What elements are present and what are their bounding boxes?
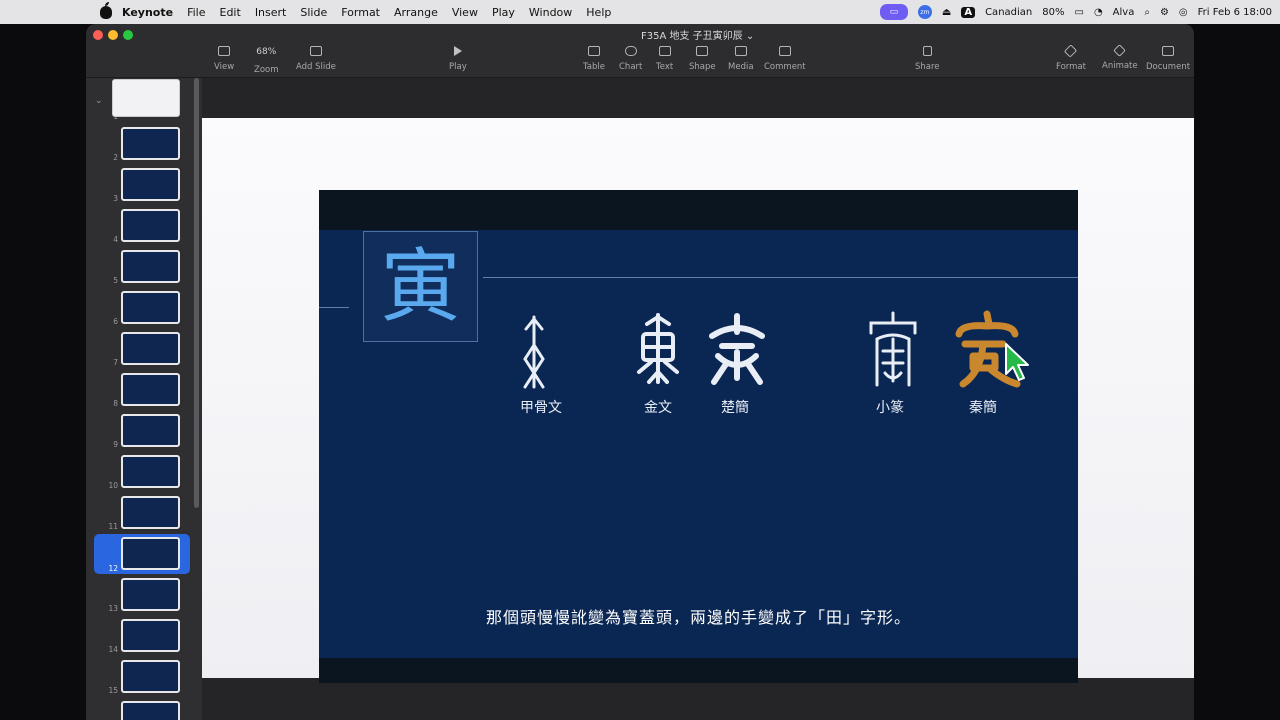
zoom-window-button[interactable] <box>123 30 133 40</box>
slide-thumb-16[interactable]: 16 <box>94 699 190 720</box>
menu-app-name[interactable]: Keynote <box>122 6 173 19</box>
screen-mirror-icon[interactable]: ▭ <box>879 4 908 20</box>
animate-button[interactable]: Animate <box>1102 44 1138 71</box>
slide-thumb-14[interactable]: 14 <box>94 617 190 654</box>
media-icon <box>734 46 747 56</box>
top-band <box>319 190 1078 230</box>
zoom-app-icon[interactable]: zm <box>917 5 932 19</box>
menu-edit[interactable]: Edit <box>220 6 241 19</box>
input-source-icon[interactable]: A <box>961 6 976 18</box>
menu-file[interactable]: File <box>187 6 205 19</box>
view-button[interactable]: View <box>214 46 234 72</box>
input-source-label[interactable]: Canadian <box>985 7 1032 18</box>
bottom-band <box>319 658 1078 683</box>
spotlight-icon[interactable]: ⌕ <box>1144 7 1150 18</box>
format-brush-icon <box>1064 44 1078 58</box>
slide-thumb-13[interactable]: 13 <box>94 576 190 613</box>
slide-thumb-6[interactable]: 6 <box>94 289 190 326</box>
minimize-window-button[interactable] <box>108 30 118 40</box>
menu-slide[interactable]: Slide <box>300 6 327 19</box>
share-button[interactable]: Share <box>915 46 940 72</box>
title-char-box: 寅 <box>363 231 478 342</box>
sidebar-view-icon <box>218 46 231 56</box>
text-button[interactable]: Text <box>656 46 673 72</box>
comment-icon <box>778 46 791 56</box>
battery-icon[interactable]: ▭ <box>1074 7 1083 18</box>
play-icon <box>453 46 462 56</box>
share-icon <box>922 46 932 56</box>
siri-icon[interactable]: ◎ <box>1179 7 1188 18</box>
menu-view[interactable]: View <box>452 6 478 19</box>
menu-play[interactable]: Play <box>492 6 515 19</box>
slide-thumb-2[interactable]: 2 <box>94 125 190 162</box>
menu-bar: Keynote File Edit Insert Slide Format Ar… <box>0 0 1280 24</box>
slide-thumb-10[interactable]: 10 <box>94 453 190 490</box>
label-oracle-bone: 甲骨文 <box>520 400 562 416</box>
slide-thumb-4[interactable]: 4 <box>94 207 190 244</box>
label-chu-bamboo: 楚簡 <box>721 400 749 416</box>
canvas-background: 寅 甲骨文 金文 楚簡 小篆 秦簡 那個頭慢慢訛變為寶蓋頭，兩邊的手變成了「田」… <box>202 118 1194 683</box>
small-seal-glyph <box>869 311 917 387</box>
user-name[interactable]: Alva <box>1113 7 1135 18</box>
menu-window[interactable]: Window <box>529 6 572 19</box>
slide-thumb-11[interactable]: 11 <box>94 494 190 531</box>
title-line-left <box>319 307 349 308</box>
slide-thumb-8[interactable]: 8 <box>94 371 190 408</box>
document-icon <box>1162 46 1175 56</box>
animate-icon <box>1113 44 1127 57</box>
navigator-scrollbar[interactable] <box>194 78 199 508</box>
zoom-value: 68% <box>256 47 277 57</box>
zoom-button[interactable]: 68% Zoom <box>254 47 279 75</box>
title-char: 寅 <box>380 239 461 333</box>
slide-thumb-1[interactable]: 1 <box>94 79 190 121</box>
table-icon <box>587 46 600 56</box>
add-slide-icon <box>309 46 322 56</box>
slide-thumb-3[interactable]: 3 <box>94 166 190 203</box>
subtitle-caption: 那個頭慢慢訛變為寶蓋頭，兩邊的手變成了「田」字形。 <box>485 608 911 627</box>
slide-thumb-7[interactable]: 7 <box>94 330 190 367</box>
close-window-button[interactable] <box>93 30 103 40</box>
toolbar: F35A 地支 子丑寅卯辰 ⌄ View 68% Zoom Add Slide P… <box>86 24 1194 78</box>
menu-help[interactable]: Help <box>586 6 611 19</box>
title-line-right <box>483 277 1078 278</box>
menu-format[interactable]: Format <box>341 6 380 19</box>
document-title[interactable]: F35A 地支 子丑寅卯辰 ⌄ <box>641 27 754 42</box>
eject-icon[interactable]: ⏏ <box>942 7 951 18</box>
label-qin-bamboo: 秦簡 <box>969 400 997 416</box>
chart-icon <box>624 46 637 56</box>
slide-canvas-area: 寅 甲骨文 金文 楚簡 小篆 秦簡 那個頭慢慢訛變為寶蓋頭，兩邊的手變成了「田」… <box>202 78 1194 720</box>
clock[interactable]: Fri Feb 6 18:00 <box>1198 7 1272 18</box>
slide-thumb-12[interactable]: 12 <box>94 534 190 574</box>
slide-thumb-9[interactable]: 9 <box>94 412 190 449</box>
oracle-bone-glyph <box>523 315 545 389</box>
shape-icon <box>696 46 709 56</box>
comment-button[interactable]: Comment <box>764 46 806 72</box>
pointer-cursor-icon <box>1005 343 1029 381</box>
play-button[interactable]: Play <box>449 46 467 72</box>
slide-thumb-5[interactable]: 5 <box>94 248 190 285</box>
document-button[interactable]: Document <box>1146 46 1190 72</box>
apple-icon[interactable] <box>100 1 112 19</box>
format-button[interactable]: Format <box>1056 44 1086 72</box>
slide-thumb-15[interactable]: 15 <box>94 658 190 695</box>
label-small-seal: 小篆 <box>876 400 904 416</box>
control-center-icon[interactable]: ⚙ <box>1160 7 1169 18</box>
menu-insert[interactable]: Insert <box>255 6 287 19</box>
text-icon <box>658 46 671 56</box>
bronze-glyph <box>637 313 679 384</box>
chu-bamboo-glyph <box>709 313 765 385</box>
add-slide-button[interactable]: Add Slide <box>296 46 336 72</box>
label-bronze: 金文 <box>644 400 672 416</box>
wifi-icon[interactable]: ◔ <box>1094 7 1103 18</box>
media-button[interactable]: Media <box>728 46 754 72</box>
battery-percent[interactable]: 80% <box>1042 7 1064 18</box>
shape-button[interactable]: Shape <box>689 46 716 72</box>
table-button[interactable]: Table <box>583 46 605 72</box>
slide-canvas[interactable]: 寅 甲骨文 金文 楚簡 小篆 秦簡 那個頭慢慢訛變為寶蓋頭，兩邊的手變成了「田」… <box>319 190 1078 683</box>
slide-navigator: ⌄ 1 2 3 4 5 6 7 8 9 10 11 12 13 14 15 16 <box>86 78 202 720</box>
chart-button[interactable]: Chart <box>619 46 642 72</box>
menu-arrange[interactable]: Arrange <box>394 6 438 19</box>
